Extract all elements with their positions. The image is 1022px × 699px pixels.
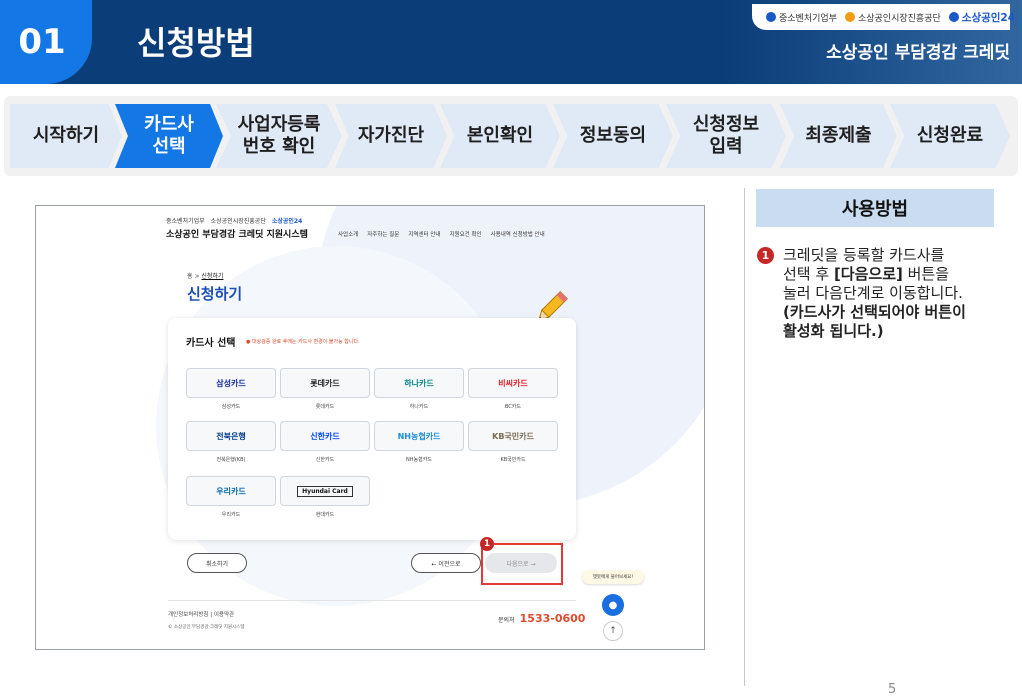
chatbot-icon[interactable]: ● — [602, 594, 624, 616]
card-option-6[interactable]: 신한카드 — [280, 421, 370, 451]
nav-about[interactable]: 사업소개 — [338, 230, 358, 238]
logo-sbiz24: 소상공인24 — [948, 10, 1015, 25]
breadcrumb: 홈 > 신청하기 — [187, 273, 224, 280]
card-option-9[interactable]: 우리카드 — [186, 476, 276, 506]
step-9: 신청완료 — [890, 104, 1010, 168]
card-option-5[interactable]: 전북은행 — [186, 421, 276, 451]
card-selection-warning: ● 대상검증 완료 후에는 카드사 변경이 불가능 합니다. — [246, 339, 360, 345]
logo-semas: 소상공인시장진흥공단 — [844, 11, 941, 24]
card-logo: 롯데카드 — [310, 378, 340, 388]
footer-copyright: © 소상공인 부담경감 크레딧 지원시스템 — [168, 625, 245, 630]
card-label: 롯데카드 — [315, 404, 335, 410]
chatbot-bubble[interactable]: 챗봇에게 물어보세요! — [582, 570, 644, 584]
step-label: 신청정보 입력 — [692, 114, 760, 157]
mss-emblem-icon — [766, 12, 776, 22]
app-screenshot: 중소벤처기업부 소상공인시장진흥공단 소상공인24 소상공인 부담경감 크레딧 … — [35, 205, 705, 650]
section-number: 01 — [18, 22, 66, 62]
card-option-7[interactable]: NH농협카드 — [374, 421, 464, 451]
card-logo: 신한카드 — [310, 431, 340, 441]
card-label: 하나카드 — [409, 404, 429, 410]
nav-eligibility[interactable]: 지원요건 확인 — [449, 230, 481, 238]
card-logo: 비씨카드 — [498, 378, 528, 388]
scroll-top-icon[interactable]: ↑ — [603, 621, 623, 641]
footer-phone: 문의처 1533-0600 — [498, 612, 586, 625]
step-6: 정보동의 — [553, 104, 673, 168]
breadcrumb-home[interactable]: 홈 — [187, 273, 193, 280]
usage-header: 사용방법 — [756, 189, 994, 227]
step-label: 신청완료 — [916, 125, 984, 146]
step-label: 카드사 선택 — [144, 114, 194, 157]
step-1: 시작하기 — [10, 104, 122, 168]
step-4: 자가진단 — [335, 104, 447, 168]
vertical-divider — [744, 188, 745, 686]
next-button-highlight — [481, 543, 563, 585]
card-logo: 전북은행 — [216, 431, 246, 441]
step-badge: 1 — [480, 537, 494, 551]
slide-title: 신청방법 — [137, 24, 255, 62]
sbiz24-emblem-icon — [948, 12, 959, 22]
step-2: 카드사 선택 — [115, 104, 223, 168]
card-logo: NH농협카드 — [397, 431, 441, 441]
step-label: 시작하기 — [32, 125, 100, 146]
step-label: 자가진단 — [357, 125, 425, 146]
card-selection-title: 카드사 선택 — [186, 338, 236, 349]
step-label: 정보동의 — [579, 125, 647, 146]
card-logo: 삼성카드 — [216, 378, 246, 388]
footer-links[interactable]: 개인정보처리방침 | 이용약관 — [168, 610, 234, 618]
card-logo: 하나카드 — [404, 378, 434, 388]
step-3: 사업자등록 번호 확인 — [216, 104, 342, 168]
step-5: 본인확인 — [440, 104, 560, 168]
card-option-4[interactable]: 비씨카드 — [468, 368, 558, 398]
card-logo: KB국민카드 — [492, 431, 534, 441]
breadcrumb-current[interactable]: 신청하기 — [201, 273, 223, 280]
slide-subtitle: 소상공인 부담경감 크레딧 — [826, 43, 1010, 63]
site-header: 중소벤처기업부 소상공인시장진흥공단 소상공인24 소상공인 부담경감 크레딧 … — [166, 214, 586, 244]
card-option-2[interactable]: 롯데카드 — [280, 368, 370, 398]
cancel-button[interactable]: 취소하기 — [187, 553, 247, 573]
page-title: 신청하기 — [187, 285, 243, 303]
step-7: 신청정보 입력 — [666, 104, 786, 168]
card-selection-panel: 카드사 선택 ● 대상검증 완료 후에는 카드사 변경이 불가능 합니다. 삼성… — [168, 318, 576, 540]
card-label: BC카드 — [504, 404, 522, 410]
card-logo: 우리카드 — [216, 486, 246, 496]
card-label: 전북은행(KB) — [216, 457, 246, 463]
nav-faq[interactable]: 자주하는 질문 — [367, 230, 399, 238]
site-logos: 중소벤처기업부 소상공인시장진흥공단 소상공인24 — [166, 218, 303, 225]
card-option-3[interactable]: 하나카드 — [374, 368, 464, 398]
logo-mss: 중소벤처기업부 — [766, 11, 837, 24]
card-label: 신한카드 — [315, 457, 335, 463]
card-label: 우리카드 — [221, 512, 241, 518]
card-label: KB국민카드 — [500, 457, 526, 463]
usage-text: 크레딧을 등록할 카드사를 선택 후 [다음으로] 버튼을 눌러 다음단계로 이… — [783, 246, 966, 340]
site-name[interactable]: 소상공인 부담경감 크레딧 지원시스템 — [166, 227, 308, 240]
page-number: 5 — [888, 682, 897, 697]
partner-logos: 중소벤처기업부 소상공인시장진흥공단 소상공인24 — [752, 4, 1015, 30]
step-8: 최종제출 — [780, 104, 897, 168]
step-label: 본인확인 — [466, 125, 534, 146]
usage-step-badge: 1 — [757, 247, 774, 264]
semas-emblem-icon — [844, 12, 855, 22]
nav-centers[interactable]: 지역센터 안내 — [408, 230, 440, 238]
step-label: 최종제출 — [805, 125, 872, 146]
card-label: 현대카드 — [315, 512, 335, 518]
site-nav: 사업소개 자주하는 질문 지역센터 안내 지원요건 확인 사용내역 신청방법 안… — [338, 230, 545, 238]
card-option-10[interactable]: Hyundai Card — [280, 476, 370, 506]
card-option-8[interactable]: KB국민카드 — [468, 421, 558, 451]
card-label: NH농협카드 — [406, 457, 432, 463]
card-option-1[interactable]: 삼성카드 — [186, 368, 276, 398]
card-logo: Hyundai Card — [297, 485, 353, 497]
step-label: 사업자등록 번호 확인 — [237, 114, 321, 157]
card-label: 삼성카드 — [221, 404, 241, 410]
nav-usage-guide[interactable]: 사용내역 신청방법 안내 — [491, 230, 545, 238]
prev-button[interactable]: ← 이전으로 — [411, 553, 481, 573]
